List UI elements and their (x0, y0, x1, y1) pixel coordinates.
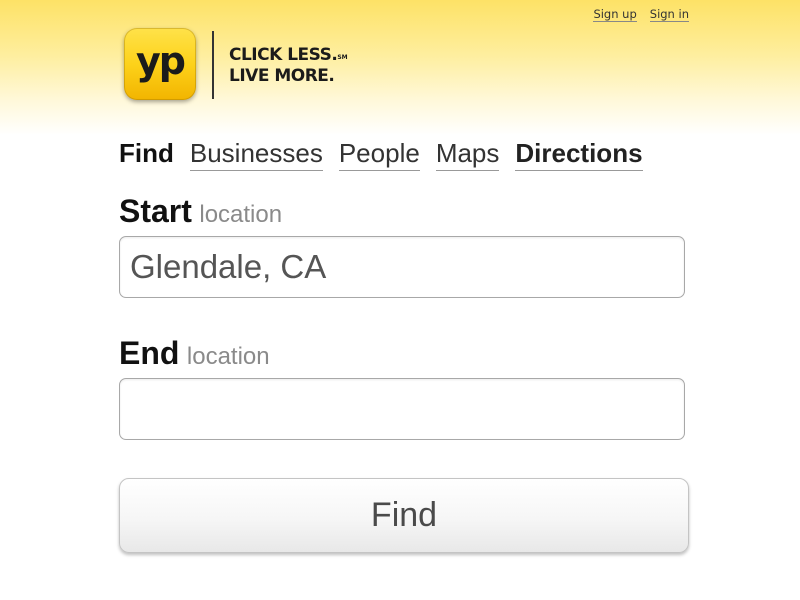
nav-item-maps[interactable]: Maps (435, 138, 500, 171)
end-label-sub: location (186, 343, 270, 370)
end-label-strong: End (119, 335, 180, 371)
start-location-label: Start location (119, 193, 282, 230)
search-type-nav: Find Businesses People Maps Directions (119, 138, 643, 171)
logo-divider (212, 31, 214, 99)
find-button-label: Find (370, 496, 438, 534)
start-location-value: Glendale, CA (130, 248, 327, 285)
tagline-line1: CLICK LESS. (229, 45, 338, 65)
end-location-label: End location (119, 335, 270, 372)
find-button[interactable]: Find (119, 478, 689, 553)
tagline-line2: LIVE MORE. (229, 66, 335, 86)
nav-find-label: Find (119, 138, 174, 168)
start-location-input[interactable]: Glendale, CA (119, 236, 685, 298)
end-location-input[interactable] (119, 378, 685, 440)
nav-item-directions[interactable]: Directions (515, 138, 643, 171)
nav-item-businesses[interactable]: Businesses (189, 138, 323, 171)
account-links: Sign up Sign in (593, 7, 689, 22)
start-label-strong: Start (119, 193, 192, 229)
start-label-sub: location (199, 201, 283, 228)
service-mark: SM (337, 54, 348, 61)
yp-logo[interactable]: yp (124, 28, 196, 100)
nav-item-people[interactable]: People (338, 138, 420, 171)
sign-up-link[interactable]: Sign up (593, 7, 637, 22)
sign-in-link[interactable]: Sign in (649, 7, 689, 22)
logo-text: yp (136, 39, 186, 83)
tagline: CLICK LESS.SM LIVE MORE. (229, 45, 348, 87)
